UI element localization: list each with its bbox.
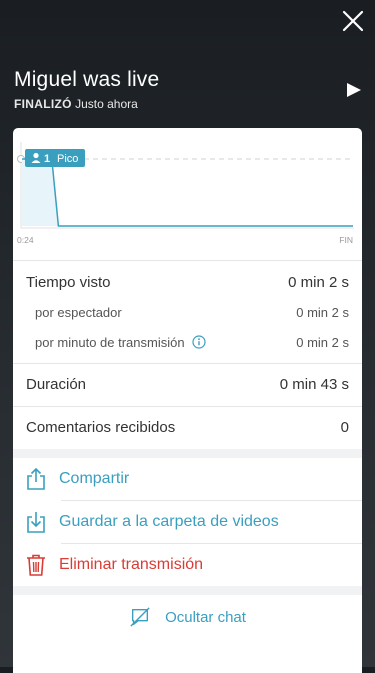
peak-badge: 1 Pico bbox=[25, 149, 85, 167]
per-minute-label-wrap: por minuto de transmisión bbox=[35, 335, 206, 350]
divider bbox=[13, 406, 362, 407]
play-icon[interactable] bbox=[346, 82, 362, 98]
per-minute-value: 0 min 2 s bbox=[296, 335, 349, 350]
close-icon[interactable] bbox=[340, 8, 366, 34]
comments-row: Comentarios recibidos 0 bbox=[13, 416, 362, 438]
trash-icon bbox=[24, 553, 48, 577]
viewers-chart: 1 Pico 0:24 FIN bbox=[13, 128, 362, 248]
divider bbox=[13, 363, 362, 364]
per-viewer-row: por espectador 0 min 2 s bbox=[13, 303, 362, 321]
section-gap bbox=[13, 586, 362, 595]
section-gap bbox=[13, 449, 362, 458]
broadcast-title: Miguel was live bbox=[14, 68, 159, 92]
per-viewer-value: 0 min 2 s bbox=[296, 305, 349, 320]
duration-value: 0 min 43 s bbox=[280, 376, 349, 393]
share-label: Compartir bbox=[59, 470, 129, 488]
chart-end-label: FIN bbox=[339, 235, 353, 245]
comments-value: 0 bbox=[341, 419, 349, 436]
duration-row: Duración 0 min 43 s bbox=[13, 373, 362, 395]
download-icon bbox=[24, 510, 48, 534]
per-minute-row: por minuto de transmisión 0 min 2 s bbox=[13, 333, 362, 351]
delete-label: Eliminar transmisión bbox=[59, 556, 203, 574]
share-button[interactable]: Compartir bbox=[13, 458, 362, 500]
chat-off-icon bbox=[129, 606, 151, 628]
status-time: Justo ahora bbox=[75, 97, 138, 111]
save-label: Guardar a la carpeta de videos bbox=[59, 513, 279, 531]
watch-time-value: 0 min 2 s bbox=[288, 274, 349, 291]
share-icon bbox=[24, 467, 48, 491]
per-viewer-label: por espectador bbox=[35, 305, 122, 320]
peak-count: 1 bbox=[44, 153, 50, 165]
delete-broadcast-button[interactable]: Eliminar transmisión bbox=[13, 544, 362, 586]
watch-time-label: Tiempo visto bbox=[26, 274, 110, 291]
chart-start-label: 0:24 bbox=[17, 235, 34, 245]
chart-series-line bbox=[22, 159, 353, 226]
broadcast-summary-card: 1 Pico 0:24 FIN Tiempo visto 0 min 2 s p… bbox=[13, 128, 362, 673]
divider bbox=[13, 260, 362, 261]
chart-area bbox=[22, 159, 353, 226]
save-to-videos-button[interactable]: Guardar a la carpeta de videos bbox=[13, 501, 362, 543]
status-label: FINALIZÓ bbox=[14, 97, 72, 111]
broadcast-status: FINALIZÓ Justo ahora bbox=[14, 97, 138, 111]
watch-time-row: Tiempo visto 0 min 2 s bbox=[13, 271, 362, 293]
per-minute-label: por minuto de transmisión bbox=[35, 335, 185, 350]
info-icon[interactable] bbox=[192, 335, 206, 349]
peak-label: Pico bbox=[57, 153, 78, 165]
hide-chat-button[interactable]: Ocultar chat bbox=[13, 596, 362, 638]
duration-label: Duración bbox=[26, 376, 86, 393]
comments-label: Comentarios recibidos bbox=[26, 419, 175, 436]
hide-chat-label: Ocultar chat bbox=[165, 609, 246, 626]
